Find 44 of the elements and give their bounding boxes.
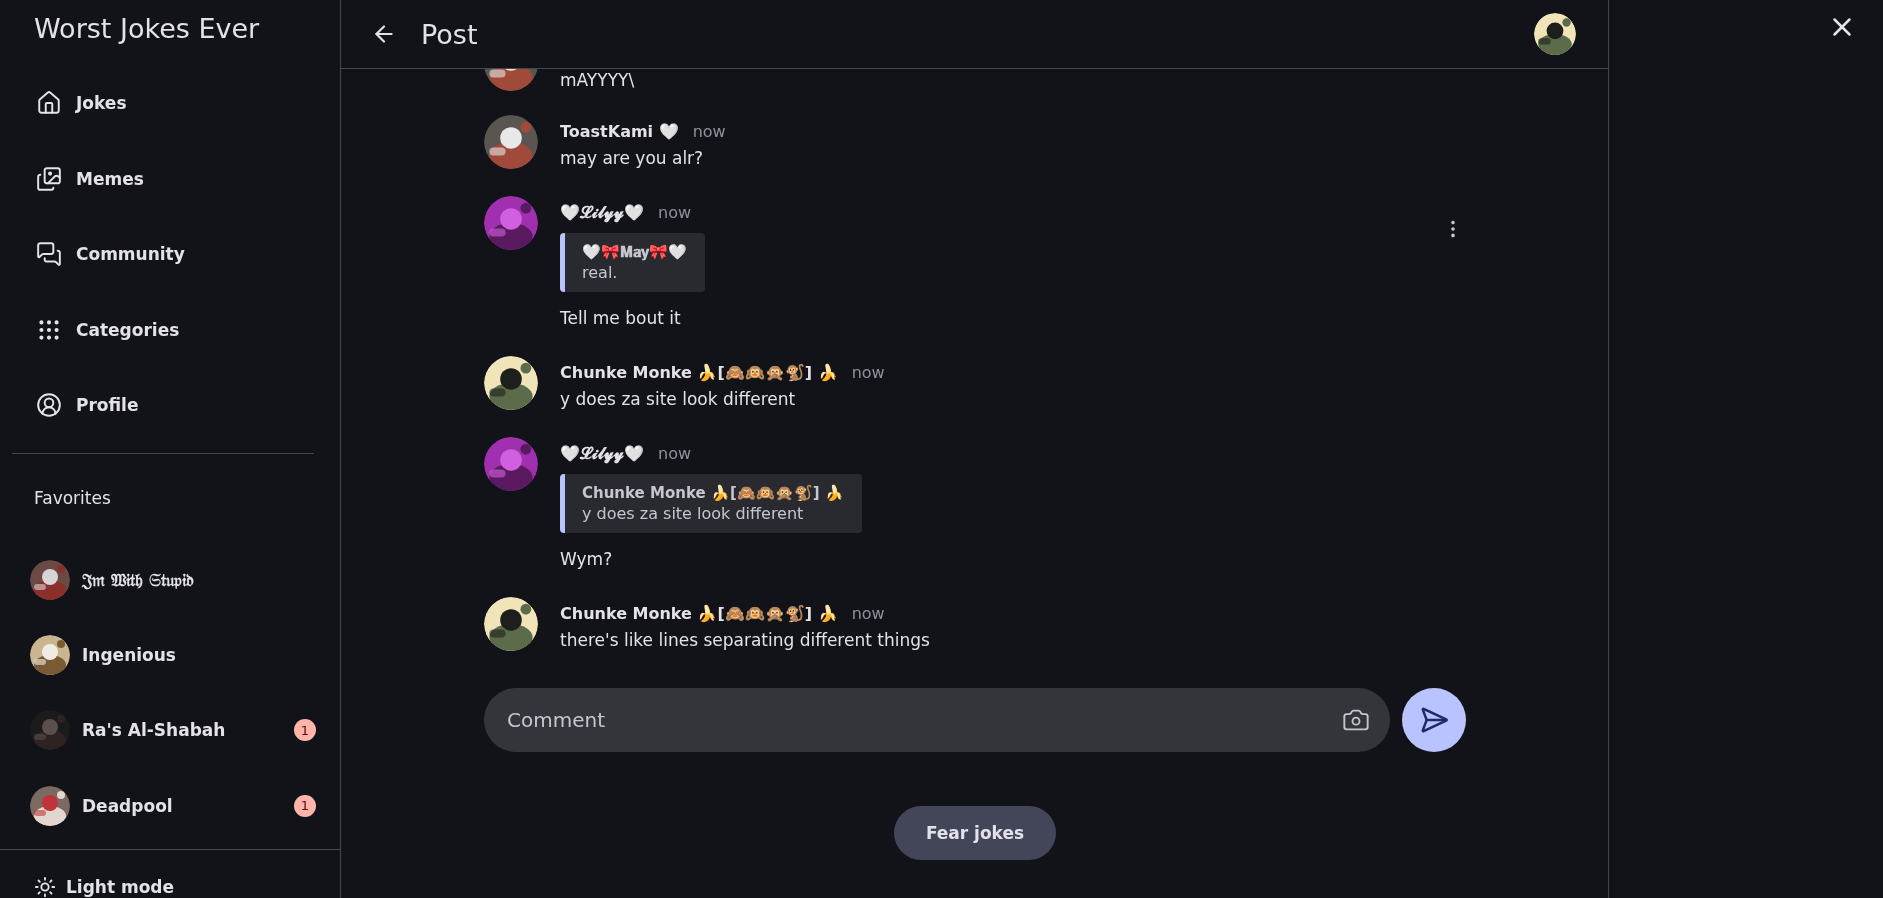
comment-text: may are you alr? (560, 147, 705, 170)
send-icon (1419, 705, 1449, 735)
comment-text: Wym? (560, 548, 614, 571)
comment-text: Tell me bout it (560, 307, 682, 330)
comment-author: Chunke Monke 🍌[🙈🙉🙊🐒] 🍌 (560, 603, 838, 623)
nav-item[interactable]: Community (0, 216, 340, 293)
forum-icon (36, 241, 62, 268)
theme-toggle[interactable]: Light mode (0, 850, 340, 898)
comment-text: mAYYYY\ (560, 69, 635, 91)
comment-text: y does za site look different (560, 388, 797, 411)
nav-item[interactable]: Jokes (0, 65, 340, 142)
comment-author: 🤍𝓛𝓲𝓵𝔂𝔂🤍 (560, 443, 644, 463)
unread-badge: 1 (294, 794, 316, 817)
sun-icon (34, 876, 56, 898)
comment-author: 🤍𝓛𝓲𝓵𝔂𝔂🤍 (560, 202, 644, 222)
comment-time: now (692, 121, 726, 141)
favorite-item[interactable]: Ingenious (0, 617, 340, 693)
quoted-author: 🤍🎀𝐌𝐚𝐲🎀🤍 (582, 243, 687, 261)
comment-time: now (851, 603, 885, 623)
app-title: Worst Jokes Ever (33, 12, 261, 46)
profile-icon (36, 392, 62, 419)
comment-text: there's like lines separating different things (560, 629, 931, 652)
comment-time: now (658, 202, 691, 222)
quoted-author: Chunke Monke 🍌[🙈🙉🙊🐒] 🍌 (582, 484, 844, 502)
nav-item[interactable]: Categories (0, 292, 340, 368)
comment-author: Chunke Monke 🍌[🙈🙉🙊🐒] 🍌 (560, 362, 838, 382)
comment-time: now (658, 443, 691, 463)
nav-item[interactable]: Memes (0, 141, 340, 217)
page-title: Post (421, 18, 479, 50)
comment-author: ToastKami 🤍 (560, 121, 679, 141)
favorite-item[interactable]: 𝔍𝔪 𝔚𝔦𝔱𝔥 𝔖𝔱𝔲𝔭𝔦𝔡 (0, 542, 340, 618)
quoted-text: real. (582, 263, 619, 282)
images-icon (36, 165, 62, 192)
comment-field[interactable]: Comment (484, 688, 1390, 752)
home-icon (36, 90, 62, 117)
unread-badge: 1 (294, 719, 316, 742)
comment-input[interactable]: Comment (505, 707, 1342, 733)
quoted-text: y does za site look different (582, 504, 805, 523)
comment-time: now (851, 362, 885, 382)
nav-item[interactable]: Profile (0, 367, 340, 444)
favorite-item[interactable]: Deadpool 1 (0, 768, 340, 844)
favorite-item[interactable]: Ra's Al-Shabah 1 (0, 692, 340, 768)
section-heading: Favorites (33, 487, 112, 511)
fear-jokes-button[interactable]: Fear jokes (893, 806, 1057, 860)
